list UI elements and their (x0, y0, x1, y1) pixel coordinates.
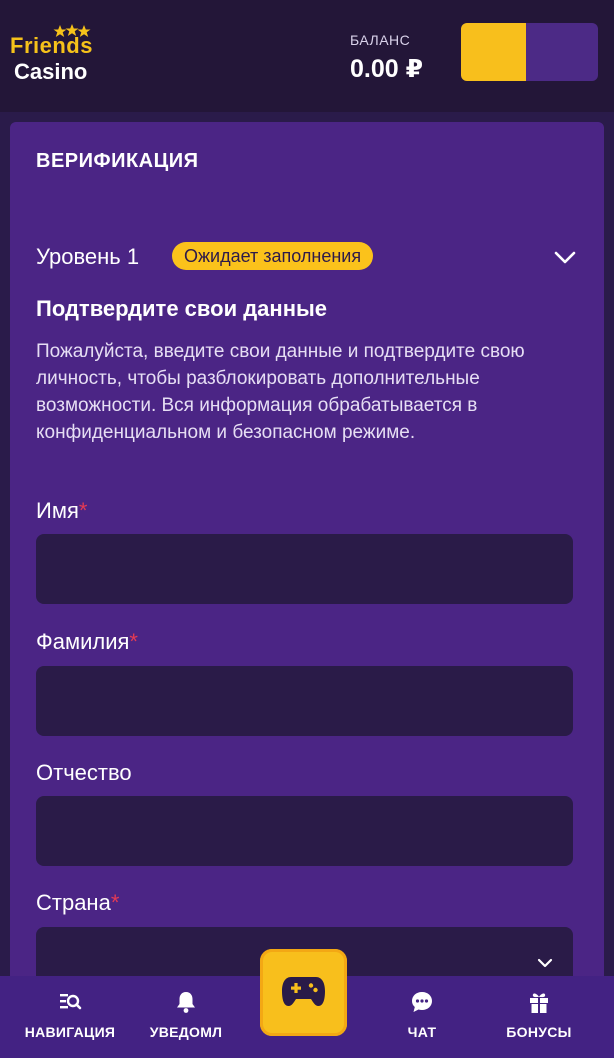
balance-value: 0.00 ₽ (350, 55, 423, 83)
bell-icon (177, 992, 195, 1013)
logo-text-friends: Friends (10, 33, 93, 58)
chevron-down-icon[interactable] (552, 244, 578, 270)
logo-text-casino: Casino (14, 59, 88, 84)
balance-label: БАЛАНС (350, 32, 411, 48)
last-name-label-text: Фамилия (36, 629, 130, 654)
nav-label: НАВИГАЦИЯ (24, 1024, 116, 1040)
first-name-label: Имя* (36, 498, 87, 524)
chat-bubble-icon (412, 992, 432, 1012)
country-label-text: Страна (36, 890, 111, 915)
search-list-icon (60, 994, 82, 1010)
level-label: Уровень 1 (36, 244, 140, 269)
page-title: ВЕРИФИКАЦИЯ (36, 150, 199, 172)
level-accordion-header[interactable]: Уровень 1 Ожидает заполнения (36, 242, 576, 272)
profile-button[interactable] (526, 23, 598, 81)
country-label: Страна* (36, 890, 119, 916)
last-name-input[interactable] (36, 666, 573, 736)
required-mark: * (110, 890, 120, 915)
section-description: Пожалуйста, введите свои данные и подтве… (36, 341, 525, 443)
nav-label: БОНУСЫ (506, 1024, 572, 1040)
gamepad-icon (282, 977, 325, 1006)
nav-label: ЧАТ (407, 1024, 437, 1040)
chevron-down-icon (537, 958, 553, 968)
patronymic-label: Отчество (36, 760, 132, 785)
last-name-label: Фамилия* (36, 629, 138, 655)
first-name-input[interactable] (36, 534, 573, 604)
top-header: Friends Casino БАЛАНС 0.00 ₽ (0, 0, 614, 112)
deposit-button[interactable] (461, 23, 526, 81)
nav-label: УВЕДОМЛ (149, 1024, 223, 1040)
nav-item-chat[interactable]: ЧАТ (380, 976, 464, 1058)
first-name-label-text: Имя (36, 498, 79, 523)
section-subtitle: Подтвердите свои данные (36, 296, 328, 321)
nav-item-bonuses[interactable]: БОНУСЫ (494, 976, 584, 1058)
required-mark: * (129, 629, 138, 654)
nav-item-notifications[interactable]: УВЕДОМЛ (136, 976, 236, 1058)
required-mark: * (78, 498, 88, 523)
patronymic-input[interactable] (36, 796, 573, 866)
nav-item-navigation[interactable]: НАВИГАЦИЯ (10, 976, 130, 1058)
header-action-buttons (461, 23, 598, 81)
verification-card: ВЕРИФИКАЦИЯ Уровень 1 Ожидает заполнения… (10, 122, 604, 1058)
gift-icon (530, 993, 548, 1013)
games-button[interactable] (260, 949, 347, 1036)
friends-casino-logo[interactable]: Friends Casino (10, 24, 120, 86)
status-badge: Ожидает заполнения (172, 242, 374, 270)
